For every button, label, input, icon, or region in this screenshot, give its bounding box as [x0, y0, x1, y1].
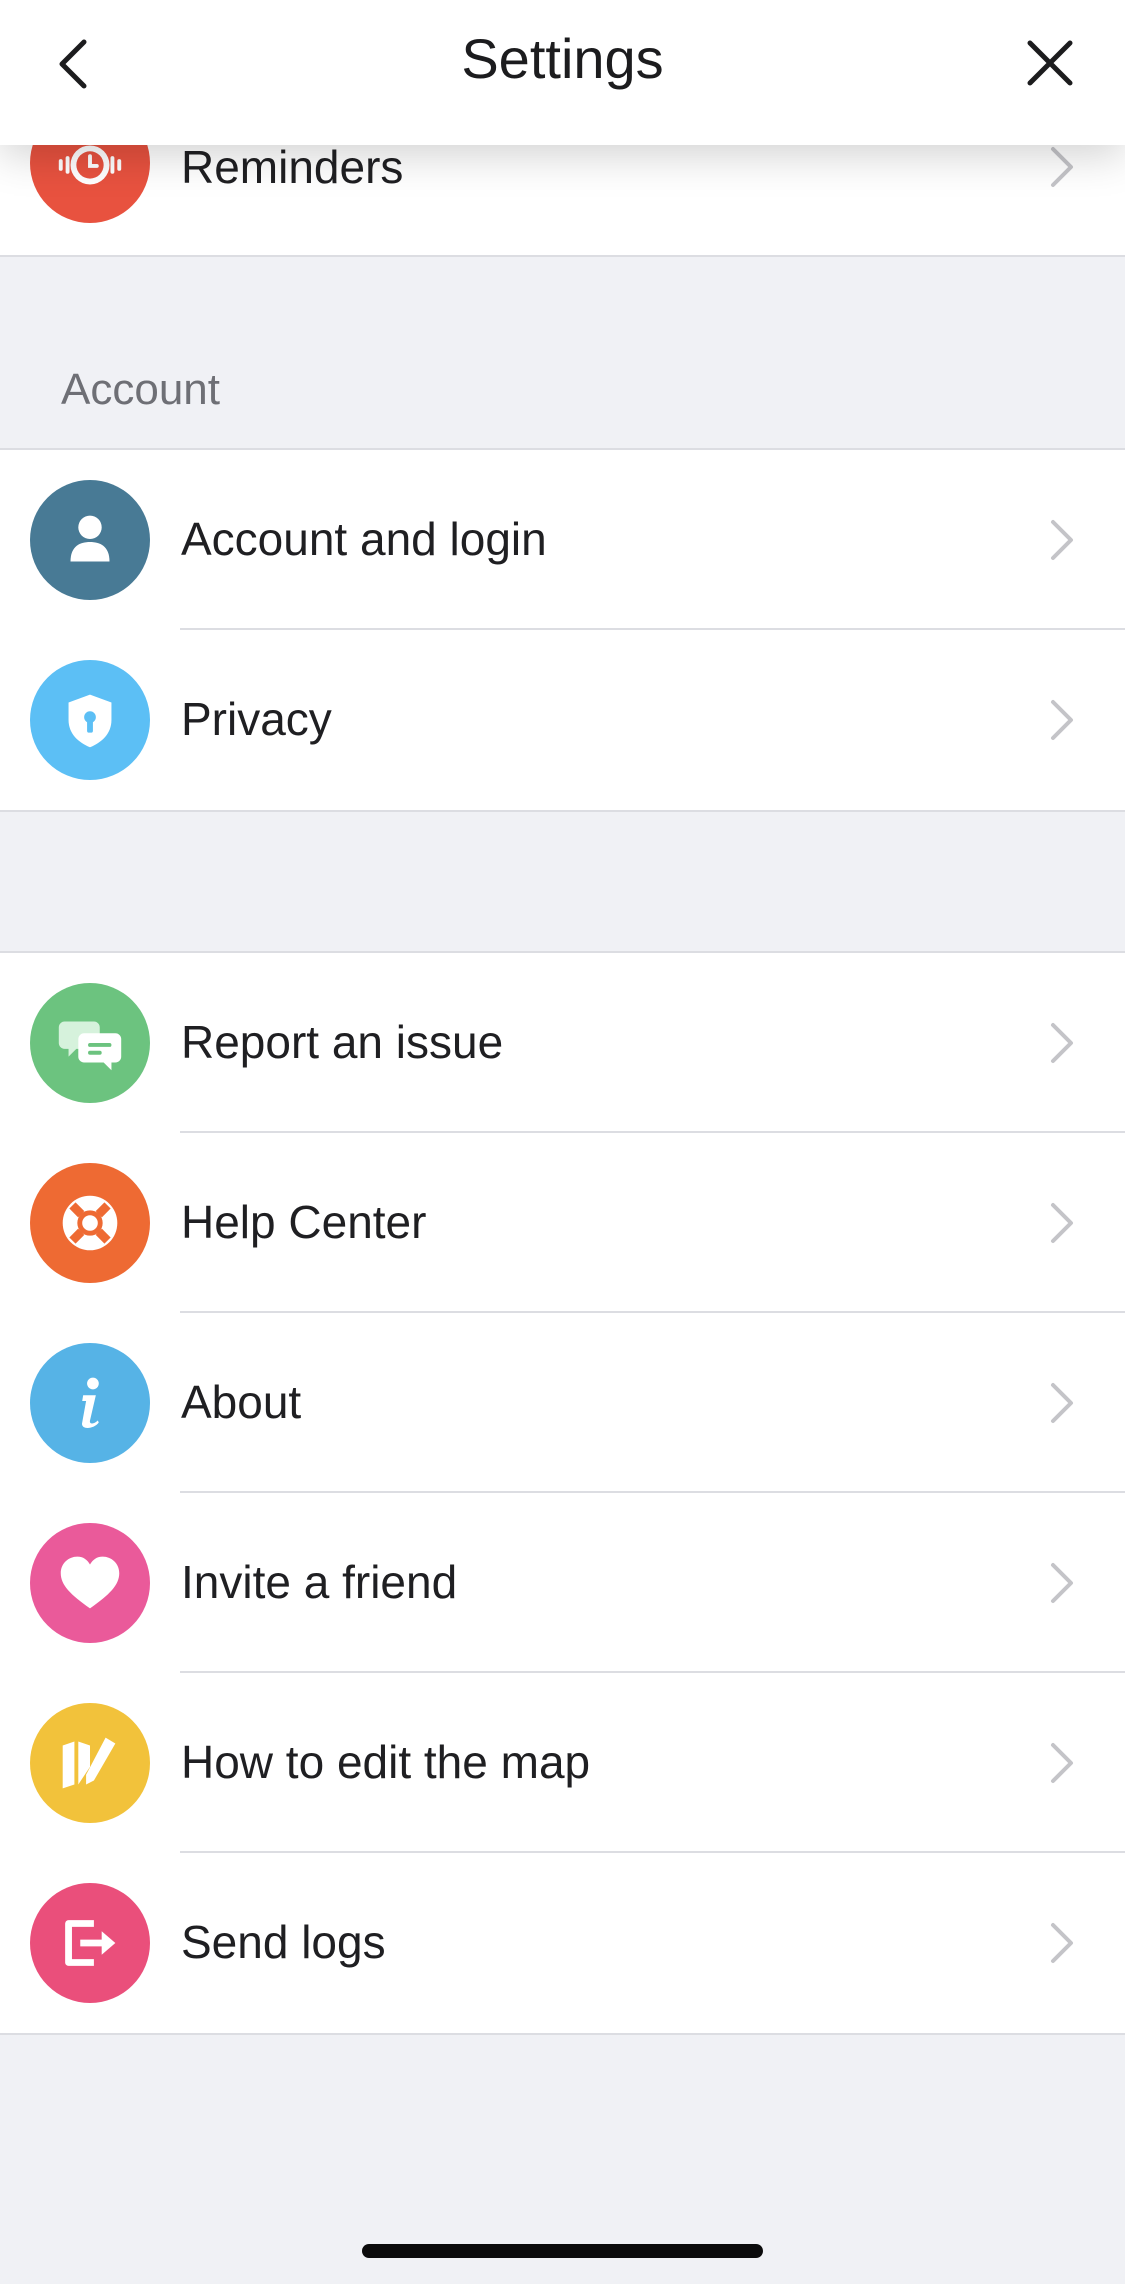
settings-row-privacy[interactable]: Privacy	[0, 630, 1125, 810]
map-pen-icon	[30, 1703, 150, 1823]
settings-row-help-center[interactable]: Help Center	[0, 1133, 1125, 1313]
chevron-right-icon	[1051, 147, 1073, 187]
lifebuoy-icon	[30, 1163, 150, 1283]
settings-row-send-logs[interactable]: Send logs	[0, 1853, 1125, 2033]
settings-row-report-issue[interactable]: Report an issue	[0, 953, 1125, 1133]
shield-lock-icon	[30, 660, 150, 780]
settings-row-account-login[interactable]: Account and login	[0, 450, 1125, 630]
reminders-label: Reminders	[181, 141, 404, 193]
invite-friend-label: Invite a friend	[181, 1556, 458, 1608]
report-issue-label: Report an issue	[181, 1016, 504, 1068]
privacy-label: Privacy	[181, 693, 332, 745]
info-icon	[30, 1343, 150, 1463]
chevron-right-icon	[1051, 520, 1073, 560]
help-center-label: Help Center	[181, 1196, 427, 1248]
chevron-right-icon	[1051, 1923, 1073, 1963]
chevron-right-icon	[1051, 1743, 1073, 1783]
user-icon	[30, 480, 150, 600]
chevron-right-icon	[1051, 700, 1073, 740]
settings-row-about[interactable]: About	[0, 1313, 1125, 1493]
settings-row-invite-friend[interactable]: Invite a friend	[0, 1493, 1125, 1673]
settings-row-edit-map[interactable]: How to edit the map	[0, 1673, 1125, 1853]
chevron-right-icon	[1051, 1203, 1073, 1243]
chevron-right-icon	[1051, 1563, 1073, 1603]
support-group: Report an issue Help Center About Invite…	[0, 951, 1125, 2035]
nav-header: Settings	[0, 0, 1125, 145]
chevron-right-icon	[1051, 1383, 1073, 1423]
heart-icon	[30, 1523, 150, 1643]
close-icon[interactable]	[1025, 38, 1075, 88]
account-group: Account and login Privacy	[0, 448, 1125, 812]
chat-bubbles-icon	[30, 983, 150, 1103]
page-title: Settings	[461, 27, 664, 90]
home-indicator[interactable]	[362, 2244, 763, 2258]
about-label: About	[181, 1376, 302, 1428]
section-label-account: Account	[61, 365, 220, 414]
send-logs-label: Send logs	[181, 1916, 386, 1968]
export-icon	[30, 1883, 150, 2003]
account-login-label: Account and login	[181, 513, 547, 565]
chevron-right-icon	[1051, 1023, 1073, 1063]
edit-map-label: How to edit the map	[181, 1736, 591, 1788]
